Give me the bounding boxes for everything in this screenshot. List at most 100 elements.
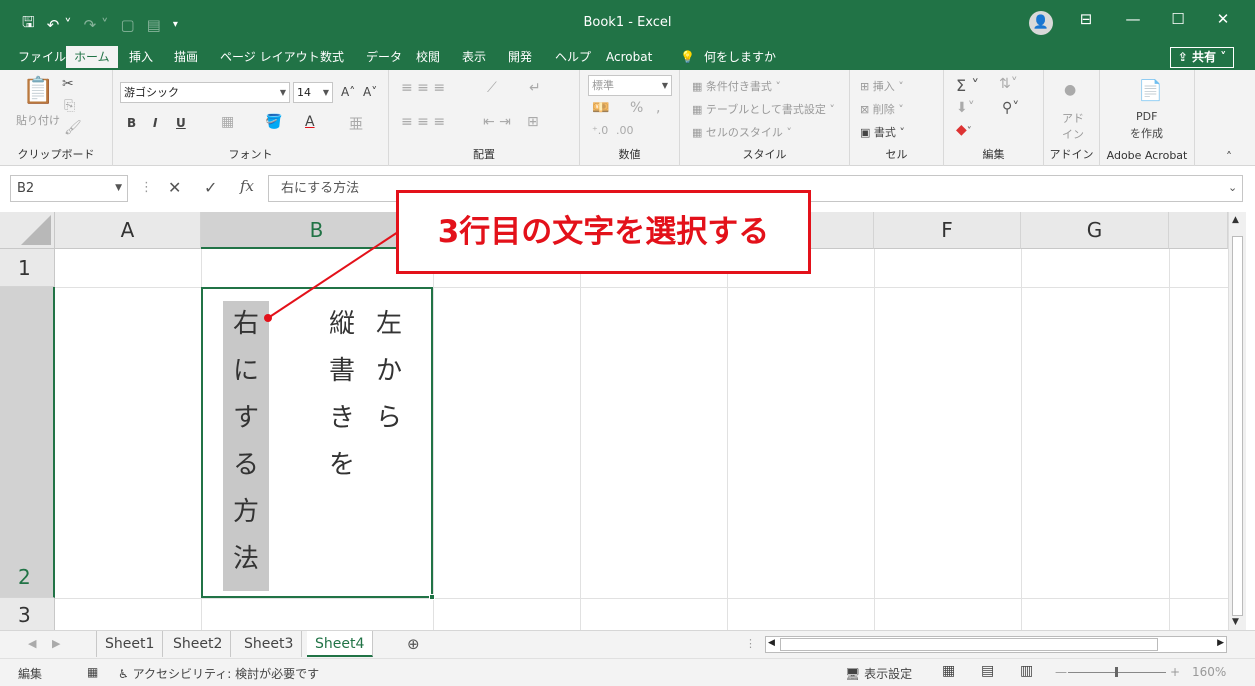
- normal-view-icon[interactable]: ▦: [942, 663, 955, 679]
- macro-record-icon[interactable]: ▦: [87, 665, 98, 679]
- number-format-select[interactable]: 標準 ▼: [588, 75, 672, 96]
- minimize-button[interactable]: —: [1120, 10, 1146, 28]
- column-header-g[interactable]: G: [1021, 212, 1169, 249]
- tab-insert[interactable]: 挿入: [127, 46, 155, 70]
- add-sheet-icon[interactable]: ⊕: [407, 635, 420, 653]
- conditional-format-button[interactable]: ▦ 条件付き書式 ˅: [692, 78, 781, 94]
- horizontal-scroll-thumb[interactable]: [780, 638, 1158, 651]
- sheet-tab-4[interactable]: Sheet4: [307, 631, 374, 657]
- tab-developer[interactable]: 開発: [506, 46, 534, 70]
- page-break-view-icon[interactable]: ▥: [1020, 663, 1033, 679]
- font-name-select[interactable]: 游ゴシック ▼: [120, 82, 290, 103]
- create-pdf-label-1[interactable]: PDF: [1136, 110, 1157, 123]
- create-pdf-label-2[interactable]: を作成: [1130, 125, 1163, 141]
- sheet-tab-3[interactable]: Sheet3: [236, 631, 303, 657]
- tell-me-search[interactable]: 何をしますか: [702, 46, 778, 70]
- column-header-f[interactable]: F: [874, 212, 1021, 249]
- tab-formulas[interactable]: 数式: [318, 46, 346, 70]
- zoom-level[interactable]: 160%: [1192, 665, 1226, 679]
- worksheet-grid[interactable]: A B C D E F G 1 2 3 右 に す る 方 法 縦 書 き を …: [0, 212, 1228, 630]
- align-left-icon[interactable]: ≡ ≡ ≡: [401, 114, 445, 130]
- decrease-font-icon[interactable]: A˅: [363, 85, 377, 99]
- indent-icon[interactable]: ⇤ ⇥: [483, 114, 511, 130]
- clear-icon[interactable]: ◆˅: [956, 122, 972, 138]
- underline-button[interactable]: U: [176, 116, 186, 130]
- addins-button-label[interactable]: アド イン: [1062, 110, 1084, 142]
- maximize-button[interactable]: ☐: [1165, 10, 1191, 28]
- format-painter-icon[interactable]: 🖌: [64, 120, 82, 136]
- format-as-table-button[interactable]: ▦ テーブルとして書式設定 ˅: [692, 101, 835, 117]
- expand-formula-bar-icon[interactable]: ⌄: [1228, 181, 1237, 194]
- decrease-decimal-icon[interactable]: .00: [616, 124, 634, 137]
- scroll-up-icon[interactable]: ▲: [1232, 215, 1239, 225]
- column-header-h[interactable]: [1169, 212, 1228, 249]
- align-top-icon[interactable]: ≡ ≡ ≡: [401, 80, 445, 96]
- increase-font-icon[interactable]: A˄: [341, 85, 355, 99]
- confirm-entry-icon[interactable]: ✓: [204, 178, 217, 197]
- cancel-entry-icon[interactable]: ✕: [168, 178, 181, 197]
- italic-button[interactable]: I: [153, 116, 157, 130]
- font-color-icon[interactable]: A: [305, 114, 315, 130]
- addins-icon[interactable]: ●: [1064, 82, 1076, 98]
- tab-file[interactable]: ファイル: [16, 46, 68, 70]
- delete-cells-button[interactable]: ⊠ 削除 ˅: [860, 101, 904, 117]
- sheet-tab-2[interactable]: Sheet2: [165, 631, 232, 657]
- tab-data[interactable]: データ: [364, 46, 404, 70]
- insert-cells-button[interactable]: ⊞ 挿入 ˅: [860, 78, 904, 94]
- merge-center-icon[interactable]: ⊞: [527, 114, 539, 130]
- autosum-icon[interactable]: Σ ˅: [956, 76, 979, 95]
- paste-icon[interactable]: 📋: [22, 76, 54, 106]
- column-header-a[interactable]: A: [55, 212, 201, 249]
- paste-button-label[interactable]: 貼り付け: [16, 112, 60, 128]
- currency-icon[interactable]: 💴: [592, 100, 609, 116]
- tab-split-grip-icon[interactable]: ⋮: [745, 637, 756, 650]
- cut-icon[interactable]: ✂: [62, 76, 74, 92]
- tab-review[interactable]: 校閲: [414, 46, 442, 70]
- insert-function-icon[interactable]: fx: [240, 177, 254, 195]
- page-layout-view-icon[interactable]: ▤: [981, 663, 994, 679]
- phonetic-icon[interactable]: 亜: [349, 114, 363, 134]
- fill-color-icon[interactable]: 🪣: [265, 114, 282, 130]
- cell-styles-button[interactable]: ▦ セルのスタイル ˅: [692, 124, 792, 140]
- scroll-down-icon[interactable]: ▼: [1232, 617, 1239, 627]
- cell-b2[interactable]: 右 に す る 方 法 縦 書 き を 左 か ら: [201, 287, 433, 598]
- row-header-1[interactable]: 1: [0, 249, 55, 287]
- scroll-left-icon[interactable]: ◀: [768, 638, 775, 648]
- fill-handle[interactable]: [429, 594, 435, 600]
- display-settings-button[interactable]: 🖥 表示設定: [845, 665, 912, 682]
- prev-sheet-icon[interactable]: ◀: [28, 637, 36, 650]
- bold-button[interactable]: B: [127, 116, 136, 130]
- account-avatar[interactable]: 👤: [1029, 11, 1053, 35]
- accessibility-status[interactable]: ♿ アクセシビリティ: 検討が必要です: [118, 665, 319, 682]
- comma-icon[interactable]: ,: [656, 100, 660, 116]
- name-box[interactable]: B2 ▼: [10, 175, 128, 202]
- next-sheet-icon[interactable]: ▶: [52, 637, 60, 650]
- fill-icon[interactable]: ⬇˅: [956, 100, 975, 116]
- font-size-select[interactable]: 14 ▼: [293, 82, 333, 103]
- scroll-right-icon[interactable]: ▶: [1217, 638, 1224, 648]
- border-icon[interactable]: ▦: [221, 114, 234, 130]
- tab-draw[interactable]: 描画: [172, 46, 200, 70]
- sheet-tab-1[interactable]: Sheet1: [96, 631, 164, 657]
- vertical-scrollbar[interactable]: ▲ ▼: [1228, 212, 1246, 630]
- share-button[interactable]: ⇪ 共有 ˅: [1170, 47, 1234, 68]
- vertical-text-column-selected[interactable]: 右 に す る 方 法: [223, 301, 269, 591]
- ribbon-display-options-button[interactable]: ⊟: [1073, 10, 1099, 28]
- orientation-icon[interactable]: ⟋: [487, 80, 497, 96]
- zoom-out-icon[interactable]: —: [1055, 665, 1067, 679]
- vertical-scroll-thumb[interactable]: [1232, 236, 1243, 616]
- zoom-in-icon[interactable]: +: [1170, 665, 1180, 679]
- collapse-ribbon-icon[interactable]: ˄: [1226, 150, 1232, 164]
- copy-icon[interactable]: ⎘: [64, 98, 75, 114]
- tab-view[interactable]: 表示: [460, 46, 488, 70]
- close-button[interactable]: ✕: [1210, 10, 1236, 28]
- lightbulb-icon[interactable]: 💡: [678, 46, 697, 70]
- sort-filter-icon[interactable]: ⇅˅: [999, 76, 1018, 92]
- tab-home[interactable]: ホーム: [66, 46, 118, 70]
- row-header-3[interactable]: 3: [0, 598, 55, 630]
- percent-icon[interactable]: %: [630, 100, 643, 116]
- select-all-corner[interactable]: [0, 212, 55, 249]
- format-cells-button[interactable]: ▣ 書式 ˅: [860, 124, 905, 140]
- row-header-2[interactable]: 2: [0, 287, 55, 598]
- tab-help[interactable]: ヘルプ: [553, 46, 593, 70]
